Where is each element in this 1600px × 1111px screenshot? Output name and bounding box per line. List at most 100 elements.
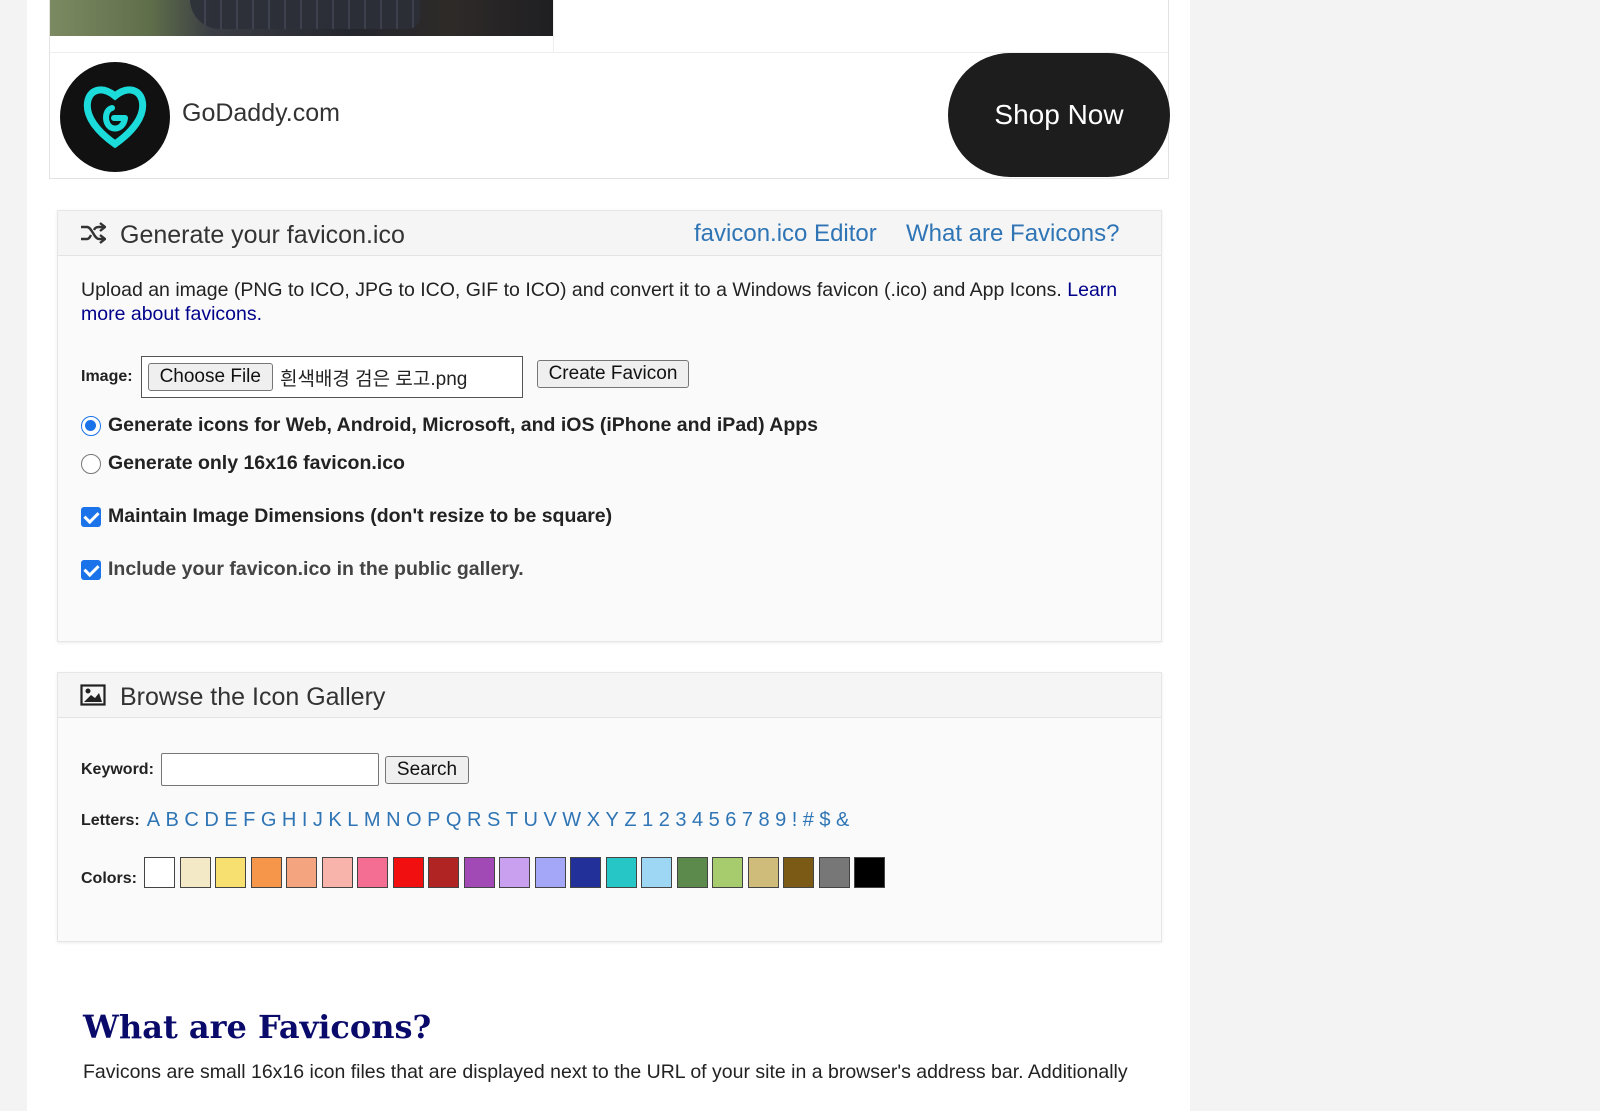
letter-link[interactable]: L [347, 809, 358, 832]
shuffle-icon [80, 222, 107, 249]
shop-now-button[interactable]: Shop Now [948, 53, 1170, 177]
letter-link[interactable]: W [562, 809, 581, 832]
letters-label: Letters: [81, 811, 140, 829]
letter-link[interactable]: Z [624, 809, 636, 832]
color-swatch[interactable] [534, 856, 566, 888]
color-swatch[interactable] [641, 856, 672, 888]
letter-link[interactable]: J [313, 809, 323, 832]
color-swatches [144, 856, 890, 888]
letter-link[interactable]: Y [606, 809, 619, 832]
keyword-input[interactable] [160, 753, 379, 786]
maintain-dimensions-checkbox[interactable] [81, 506, 101, 527]
letter-link[interactable]: 2 [659, 809, 670, 832]
include-gallery-option[interactable]: Include your favicon.ico in the public g… [81, 558, 524, 581]
letter-link[interactable]: 4 [692, 809, 703, 832]
letter-link[interactable]: 1 [642, 809, 653, 832]
image-icon [80, 684, 106, 711]
color-swatch[interactable] [179, 856, 211, 888]
color-swatch[interactable] [392, 856, 424, 888]
color-swatch[interactable] [357, 856, 388, 888]
what-are-favicons-heading: What are Favicons? [83, 1008, 432, 1046]
color-swatch[interactable] [570, 856, 601, 888]
letter-link[interactable]: C [184, 809, 198, 832]
letter-link[interactable]: # [803, 809, 814, 832]
choose-file-button[interactable]: Choose File [147, 363, 273, 391]
ad-laptop-image[interactable] [50, 0, 553, 36]
letter-link[interactable]: 5 [709, 809, 720, 832]
color-swatch[interactable] [854, 856, 885, 888]
panel-title: Generate your favicon.ico [120, 221, 405, 249]
letter-link[interactable]: S [487, 809, 500, 832]
letter-link[interactable]: D [204, 809, 218, 832]
page-content: GoDaddy.com Shop Now Generate your favic… [27, 0, 1190, 1111]
color-swatch[interactable] [321, 856, 353, 888]
color-swatch[interactable] [605, 856, 637, 888]
color-swatch[interactable] [428, 856, 459, 888]
letter-link[interactable]: A [147, 809, 160, 832]
selected-file-name: 흰색배경 검은 로고.png [279, 368, 468, 390]
color-swatch[interactable] [463, 856, 495, 888]
favicons-paragraph: Favicons are small 16x16 icon files that… [83, 1061, 1128, 1083]
letters-list: A B C D E F G H I J K L M N O P Q R S T U V W X Y Z 1 2 3 4 5 6 7 8 9! # $ & [147, 809, 855, 832]
search-button[interactable]: Search [384, 755, 470, 784]
color-swatch[interactable] [286, 856, 317, 888]
create-favicon-button[interactable]: Create Favicon [536, 360, 690, 388]
upload-description: Upload an image (PNG to ICO, JPG to ICO,… [81, 279, 1118, 325]
color-swatch[interactable] [215, 856, 246, 888]
color-swatch[interactable] [499, 856, 530, 888]
color-swatch[interactable] [676, 856, 708, 888]
letter-link[interactable]: V [543, 809, 556, 832]
letter-link[interactable]: 3 [675, 809, 686, 832]
letter-link[interactable]: F [243, 809, 255, 832]
panel-header: Generate your favicon.ico favicon.ico Ed… [58, 211, 1161, 256]
radio-all-platforms[interactable] [81, 415, 101, 436]
letter-link[interactable]: M [364, 809, 381, 832]
file-input[interactable]: Choose File 흰색배경 검은 로고.png [140, 356, 523, 398]
option-16x16[interactable]: Generate only 16x16 favicon.ico [81, 452, 405, 475]
letter-link[interactable]: B [166, 809, 179, 832]
letter-link[interactable]: U [524, 809, 538, 832]
letter-link[interactable]: ! [792, 809, 798, 832]
godaddy-ad[interactable]: GoDaddy.com Shop Now [49, 0, 1170, 179]
letter-link[interactable]: 6 [725, 809, 736, 832]
letter-link[interactable]: O [406, 809, 422, 832]
letter-link[interactable]: N [386, 809, 400, 832]
color-swatch[interactable] [747, 856, 779, 888]
what-are-favicons-link[interactable]: What are Favicons? [906, 220, 1119, 248]
image-label: Image: [81, 368, 133, 385]
radio-16x16[interactable] [81, 453, 101, 474]
letter-link[interactable]: K [328, 809, 341, 832]
color-swatch[interactable] [712, 856, 743, 888]
letter-link[interactable]: 7 [742, 809, 753, 832]
letter-link[interactable]: X [587, 809, 600, 832]
letter-link[interactable]: 9 [775, 809, 786, 832]
letter-link[interactable]: G [261, 809, 277, 832]
color-swatch[interactable] [818, 856, 850, 888]
letter-link[interactable]: & [836, 809, 849, 832]
include-gallery-label: Include your favicon.ico in the public g… [108, 558, 524, 580]
ad-brand-name[interactable]: GoDaddy.com [182, 99, 340, 128]
color-swatch[interactable] [250, 856, 282, 888]
letter-link[interactable]: E [224, 809, 237, 832]
letter-link[interactable]: T [506, 809, 518, 832]
letter-link[interactable]: 8 [758, 809, 769, 832]
maintain-dimensions-option[interactable]: Maintain Image Dimensions (don't resize … [81, 505, 612, 528]
color-swatch[interactable] [144, 856, 175, 888]
panel-title: Browse the Icon Gallery [120, 683, 386, 711]
color-swatch[interactable] [783, 856, 814, 888]
include-gallery-checkbox[interactable] [81, 559, 101, 580]
letter-link[interactable]: R [467, 809, 481, 832]
favicon-editor-link[interactable]: favicon.ico Editor [694, 220, 877, 248]
option-16-label: Generate only 16x16 favicon.ico [108, 452, 405, 474]
generate-favicon-panel: Generate your favicon.ico favicon.ico Ed… [57, 210, 1162, 642]
godaddy-logo-icon[interactable] [60, 62, 170, 172]
letter-link[interactable]: P [427, 809, 440, 832]
option-all-label: Generate icons for Web, Android, Microso… [108, 414, 819, 436]
letter-link[interactable]: I [302, 809, 308, 832]
letter-link[interactable]: $ [819, 809, 830, 832]
letter-link[interactable]: H [282, 809, 296, 832]
letter-link[interactable]: Q [446, 809, 462, 832]
option-all-platforms[interactable]: Generate icons for Web, Android, Microso… [81, 414, 818, 437]
colors-label: Colors: [81, 870, 137, 887]
icon-gallery-panel: Browse the Icon Gallery Keyword: Search … [57, 672, 1162, 942]
